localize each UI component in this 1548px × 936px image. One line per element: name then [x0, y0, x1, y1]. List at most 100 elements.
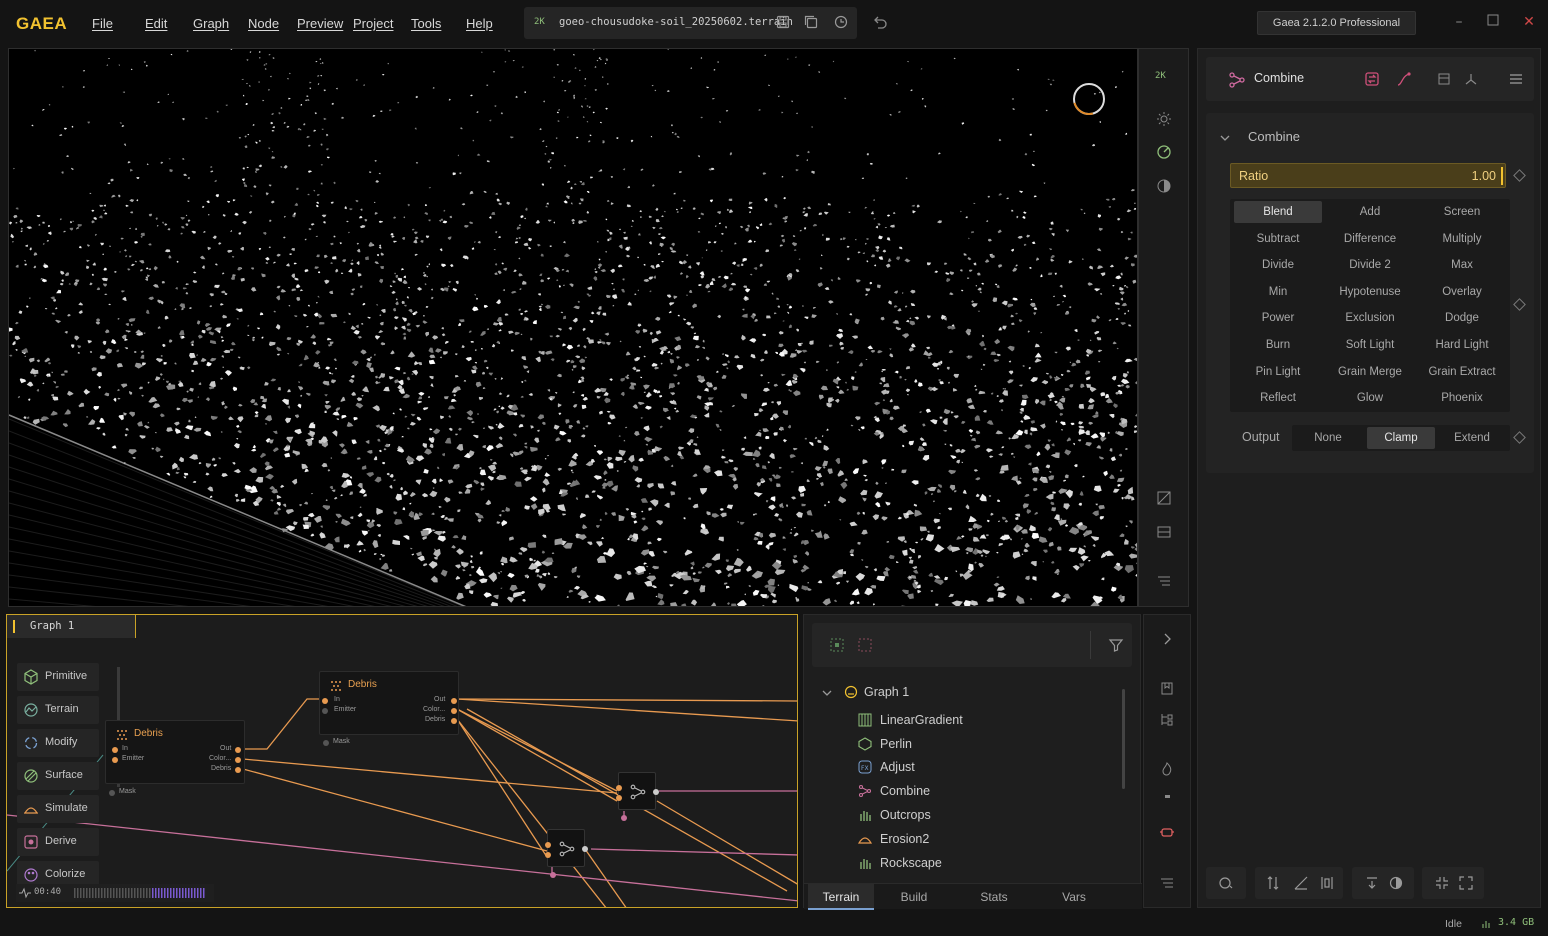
- 3d-viewport[interactable]: [8, 48, 1138, 607]
- blend-mode-subtract[interactable]: Subtract: [1234, 228, 1322, 250]
- output-port[interactable]: [235, 757, 241, 763]
- input-port[interactable]: [616, 785, 622, 791]
- ratio-slider[interactable]: Ratio 1.00: [1230, 163, 1506, 188]
- port-icon[interactable]: [1463, 71, 1479, 87]
- blend-mode-difference[interactable]: Difference: [1326, 228, 1414, 250]
- output-port[interactable]: [582, 846, 588, 852]
- combine-node[interactable]: [616, 772, 659, 810]
- blend-mode-phoenix[interactable]: Phoenix: [1418, 387, 1506, 409]
- align-icon[interactable]: [1319, 875, 1335, 891]
- category-derive[interactable]: Derive: [17, 828, 99, 856]
- swap-inputs-icon[interactable]: [1364, 71, 1380, 87]
- ratio-value[interactable]: 1.00: [1472, 169, 1496, 183]
- tree-item-adjust[interactable]: Adjust: [880, 760, 915, 774]
- tree-item-outcrops[interactable]: Outcrops: [880, 808, 931, 822]
- menu-tools[interactable]: Tools: [411, 16, 441, 31]
- hierarchy-icon[interactable]: [1159, 712, 1175, 728]
- menu-preview[interactable]: Preview: [297, 16, 343, 31]
- shading-icon[interactable]: [1156, 144, 1172, 160]
- graph-editor[interactable]: Primitive Terrain Modify Surface Simulat…: [6, 614, 798, 908]
- menu-node[interactable]: Node: [248, 16, 279, 31]
- mask-port[interactable]: [621, 815, 627, 821]
- viewport-resolution[interactable]: 2K: [1155, 71, 1166, 81]
- input-port[interactable]: [545, 842, 551, 848]
- blend-mode-overlay[interactable]: Overlay: [1418, 281, 1506, 303]
- blend-mode-divide-2[interactable]: Divide 2: [1326, 254, 1414, 276]
- hamburger-icon[interactable]: [1508, 71, 1524, 87]
- output-extend-button[interactable]: Extend: [1438, 427, 1506, 449]
- deselect-icon[interactable]: [858, 638, 872, 655]
- bake-icon[interactable]: [1159, 824, 1175, 840]
- tab-stats[interactable]: Stats: [956, 884, 1032, 910]
- mask-port[interactable]: [550, 872, 556, 878]
- input-port[interactable]: [322, 698, 328, 704]
- blend-mode-add[interactable]: Add: [1326, 201, 1414, 223]
- expand-icon[interactable]: [1458, 875, 1474, 891]
- tree-item-lineargradient[interactable]: LinearGradient: [880, 713, 963, 727]
- blend-mode-max[interactable]: Max: [1418, 254, 1506, 276]
- half-circle-icon[interactable]: [1388, 875, 1404, 891]
- collapse-icon[interactable]: [1434, 875, 1450, 891]
- flip-icon[interactable]: [1265, 875, 1281, 891]
- tree-scrollbar[interactable]: [1122, 689, 1125, 789]
- section-title[interactable]: Combine: [1248, 129, 1300, 144]
- chevron-down-icon[interactable]: [1220, 132, 1230, 142]
- output-port[interactable]: [451, 708, 457, 714]
- menu-edit[interactable]: Edit: [145, 16, 167, 31]
- undo-icon[interactable]: [872, 15, 888, 31]
- blend-mode-hard-light[interactable]: Hard Light: [1418, 334, 1506, 356]
- tab-graph-1[interactable]: Graph 1: [6, 614, 136, 638]
- output-port[interactable]: [451, 698, 457, 704]
- lines-icon[interactable]: [1159, 875, 1175, 891]
- category-primitive[interactable]: Primitive: [17, 663, 99, 691]
- tab-build[interactable]: Build: [876, 884, 952, 910]
- blend-mode-screen[interactable]: Screen: [1418, 201, 1506, 223]
- tree-item-rockscape[interactable]: Rockscape: [880, 856, 942, 870]
- menu-file[interactable]: File: [92, 16, 113, 31]
- history-icon[interactable]: [834, 15, 850, 31]
- debris-node[interactable]: Debris In Emitter Out Color... Debris: [105, 720, 245, 784]
- input-port[interactable]: [112, 747, 118, 753]
- blend-mode-reflect[interactable]: Reflect: [1234, 387, 1322, 409]
- chevron-down-icon[interactable]: [822, 687, 832, 701]
- blend-mode-grain-merge[interactable]: Grain Merge: [1326, 361, 1414, 383]
- chevron-right-icon[interactable]: [1159, 631, 1175, 647]
- add-loop-icon[interactable]: [1218, 875, 1234, 891]
- category-simulate[interactable]: Simulate: [17, 795, 99, 823]
- curve-icon[interactable]: [1396, 71, 1412, 87]
- blend-mode-multiply[interactable]: Multiply: [1418, 228, 1506, 250]
- blend-mode-hypotenuse[interactable]: Hypotenuse: [1326, 281, 1414, 303]
- output-clamp-button[interactable]: Clamp: [1367, 427, 1435, 449]
- output-port[interactable]: [653, 789, 659, 795]
- combine-node[interactable]: [545, 829, 588, 867]
- category-terrain[interactable]: Terrain: [17, 696, 99, 724]
- blend-mode-divide[interactable]: Divide: [1234, 254, 1322, 276]
- debris-node[interactable]: Debris In Emitter Out Color... Debris: [319, 671, 459, 735]
- blend-mode-grain-extract[interactable]: Grain Extract: [1418, 361, 1506, 383]
- blend-mode-burn[interactable]: Burn: [1234, 334, 1322, 356]
- tab-terrain[interactable]: Terrain: [808, 884, 874, 910]
- output-none-button[interactable]: None: [1294, 427, 1362, 449]
- input-port[interactable]: [545, 852, 551, 858]
- blend-mode-min[interactable]: Min: [1234, 281, 1322, 303]
- output-port[interactable]: [235, 767, 241, 773]
- category-modify[interactable]: Modify: [17, 729, 99, 757]
- mask-port[interactable]: [109, 790, 115, 796]
- output-port[interactable]: [235, 747, 241, 753]
- blend-mode-power[interactable]: Power: [1234, 307, 1322, 329]
- sun-icon[interactable]: [1156, 111, 1172, 127]
- blend-mode-exclusion[interactable]: Exclusion: [1326, 307, 1414, 329]
- bookmark-icon[interactable]: [1159, 680, 1175, 696]
- tree-item-combine[interactable]: Combine: [880, 784, 930, 798]
- tab-vars[interactable]: Vars: [1036, 884, 1112, 910]
- save-copy-icon[interactable]: [804, 15, 820, 31]
- flame-icon[interactable]: [1159, 761, 1175, 777]
- input-port[interactable]: [112, 757, 118, 763]
- layout-icon[interactable]: [1156, 524, 1172, 540]
- preview-node-icon[interactable]: [1436, 71, 1452, 87]
- file-name[interactable]: goeo-chousudoke-soil_20250602.terrain: [559, 16, 793, 28]
- menu-project[interactable]: Project: [353, 16, 393, 31]
- blend-mode-soft-light[interactable]: Soft Light: [1326, 334, 1414, 356]
- blend-mode-glow[interactable]: Glow: [1326, 387, 1414, 409]
- menu-help[interactable]: Help: [466, 16, 493, 31]
